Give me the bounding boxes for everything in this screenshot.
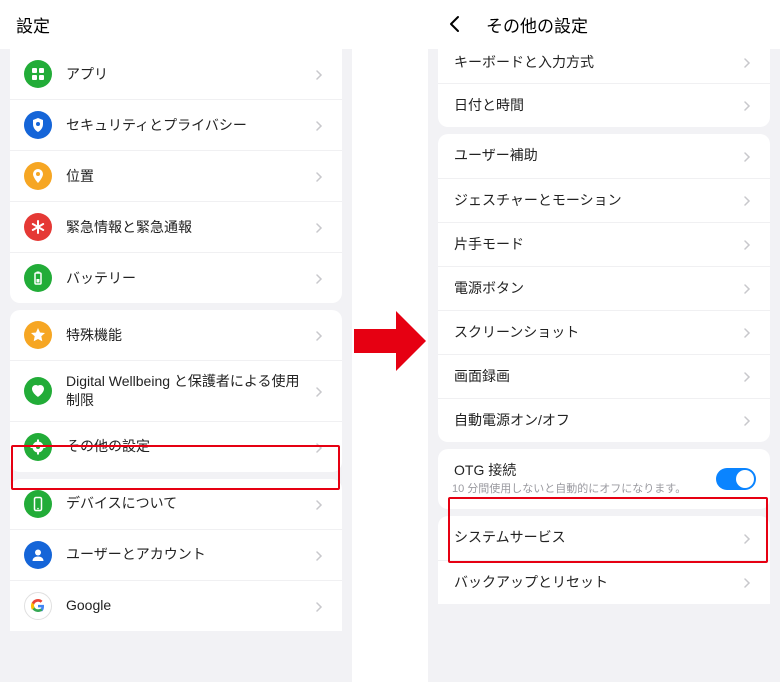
chevron-right-icon	[314, 271, 328, 285]
star-icon	[24, 321, 52, 349]
settings-row-screenrecord[interactable]: 画面録画	[438, 354, 770, 398]
pin-icon	[24, 162, 52, 190]
row-label: その他の設定	[66, 437, 308, 456]
chevron-right-icon	[742, 193, 756, 207]
chevron-right-icon	[742, 531, 756, 545]
settings-row-otg[interactable]: OTG 接続 10 分間使用しないと自動的にオフになります。	[438, 449, 770, 509]
other-settings-header: その他の設定	[428, 0, 780, 49]
row-label: 緊急情報と緊急通報	[66, 218, 308, 237]
chevron-right-icon	[314, 328, 328, 342]
chevron-right-icon	[314, 67, 328, 81]
settings-row-powerbutton[interactable]: 電源ボタン	[438, 266, 770, 310]
chevron-right-icon	[742, 98, 756, 112]
row-subtitle: 10 分間使用しないと自動的にオフになります。	[452, 482, 716, 497]
chevron-right-icon	[314, 384, 328, 398]
chevron-right-icon	[742, 575, 756, 589]
row-label: セキュリティとプライバシー	[66, 116, 308, 135]
settings-row-apps[interactable]: アプリ	[10, 49, 342, 99]
settings-row-battery[interactable]: バッテリー	[10, 252, 342, 303]
row-label: 片手モード	[454, 235, 736, 254]
chevron-right-icon	[314, 599, 328, 613]
row-label: バックアップとリセット	[454, 573, 736, 592]
chevron-right-icon	[742, 237, 756, 251]
row-label: ジェスチャーとモーション	[454, 191, 736, 210]
back-button[interactable]	[444, 13, 466, 35]
settings-row-accessibility[interactable]: ユーザー補助	[438, 134, 770, 178]
settings-row-system-services[interactable]: システムサービス	[438, 516, 770, 560]
gear-icon	[24, 433, 52, 461]
settings-row-screenshot[interactable]: スクリーンショット	[438, 310, 770, 354]
shield-icon	[24, 111, 52, 139]
settings-row-special[interactable]: 特殊機能	[10, 310, 342, 360]
row-label: 自動電源オン/オフ	[454, 411, 736, 430]
settings-row-gestures[interactable]: ジェスチャーとモーション	[438, 178, 770, 222]
chevron-right-icon	[742, 369, 756, 383]
row-label: OTG 接続	[454, 461, 716, 480]
chevron-right-icon	[314, 440, 328, 454]
settings-row-emergency[interactable]: 緊急情報と緊急通報	[10, 201, 342, 252]
chevron-right-icon	[314, 118, 328, 132]
chevron-right-icon	[742, 413, 756, 427]
settings-row-other-settings[interactable]: その他の設定	[10, 421, 342, 472]
row-label: 日付と時間	[454, 96, 736, 115]
settings-row-backup-reset[interactable]: バックアップとリセット	[438, 560, 770, 604]
row-label: システムサービス	[454, 528, 736, 547]
asterisk-icon	[24, 213, 52, 241]
settings-row-users-accounts[interactable]: ユーザーとアカウント	[10, 529, 342, 580]
phone-icon	[24, 490, 52, 518]
row-label: キーボードと入力方式	[454, 53, 736, 72]
row-label: ユーザーとアカウント	[66, 545, 308, 564]
chevron-right-icon	[314, 497, 328, 511]
page-title: その他の設定	[486, 12, 588, 37]
row-label: 電源ボタン	[454, 279, 736, 298]
settings-row-security[interactable]: セキュリティとプライバシー	[10, 99, 342, 150]
row-label: バッテリー	[66, 269, 308, 288]
apps-icon	[24, 60, 52, 88]
chevron-right-icon	[314, 220, 328, 234]
row-label: アプリ	[66, 65, 308, 84]
battery-icon	[24, 264, 52, 292]
row-label: Google	[66, 596, 308, 615]
settings-row-keyboard[interactable]: キーボードと入力方式	[438, 49, 770, 83]
chevron-right-icon	[314, 169, 328, 183]
settings-row-wellbeing[interactable]: Digital Wellbeing と保護者による使用制限	[10, 360, 342, 421]
chevron-right-icon	[742, 281, 756, 295]
row-label: 画面録画	[454, 367, 736, 386]
settings-row-autopower[interactable]: 自動電源オン/オフ	[438, 398, 770, 442]
otg-toggle[interactable]	[716, 468, 756, 490]
chevron-right-icon	[742, 325, 756, 339]
user-icon	[24, 541, 52, 569]
settings-row-device-about[interactable]: デバイスについて	[10, 479, 342, 529]
settings-row-location[interactable]: 位置	[10, 150, 342, 201]
google-icon	[24, 592, 52, 620]
chevron-right-icon	[314, 548, 328, 562]
row-label: 特殊機能	[66, 326, 308, 345]
heart-icon	[24, 377, 52, 405]
settings-row-datetime[interactable]: 日付と時間	[438, 83, 770, 127]
transition-arrow	[352, 0, 428, 682]
page-title: 設定	[16, 12, 50, 37]
row-label: 位置	[66, 167, 308, 186]
settings-row-google[interactable]: Google	[10, 580, 342, 631]
row-label: スクリーンショット	[454, 323, 736, 342]
chevron-right-icon	[742, 149, 756, 163]
row-label: デバイスについて	[66, 494, 308, 513]
settings-row-onehand[interactable]: 片手モード	[438, 222, 770, 266]
chevron-right-icon	[742, 55, 756, 69]
settings-header: 設定	[0, 0, 352, 49]
row-label: ユーザー補助	[454, 146, 736, 165]
row-label: Digital Wellbeing と保護者による使用制限	[66, 372, 308, 410]
